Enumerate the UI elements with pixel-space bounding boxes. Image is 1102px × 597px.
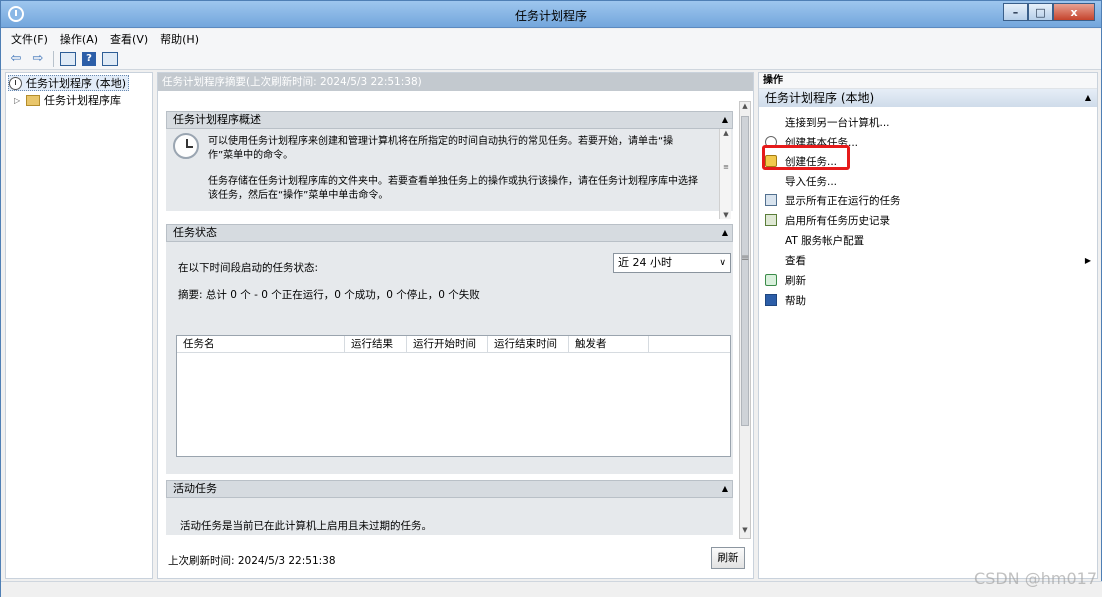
- title-bar[interactable]: 任务计划程序 – □ x: [1, 1, 1101, 28]
- chevron-down-icon: ∨: [719, 258, 726, 268]
- close-button[interactable]: x: [1053, 3, 1095, 21]
- action-label: 刷新: [785, 274, 806, 287]
- tree-item-label: 任务计划程序库: [44, 94, 121, 107]
- list-icon: [765, 194, 777, 206]
- summary-pane: 任务计划程序摘要(上次刷新时间: 2024/5/3 22:51:38) ▲ ▼ …: [157, 72, 754, 579]
- menu-view[interactable]: 查看(V): [110, 31, 148, 47]
- clock-icon: [9, 76, 22, 90]
- window-controls: – □ x: [1003, 3, 1095, 21]
- action-import-task[interactable]: 导入任务...: [759, 172, 1097, 190]
- actions-group-task-scheduler-local[interactable]: 任务计划程序 (本地) ▲: [759, 89, 1097, 107]
- scroll-down-icon[interactable]: ▼: [740, 526, 750, 538]
- action-label: 连接到另一台计算机...: [785, 116, 890, 129]
- csdn-watermark: CSDN @hm017: [974, 569, 1097, 588]
- summary-header: 任务计划程序摘要(上次刷新时间: 2024/5/3 22:51:38): [158, 73, 753, 91]
- overview-text-1: 可以使用任务计划程序来创建和管理计算机将在所指定的时间自动执行的常见任务。若要开…: [208, 136, 674, 161]
- overview-text-2: 任务存储在任务计划程序库的文件夹中。若要查看单独任务上的操作或执行该操作，请在任…: [208, 176, 698, 201]
- forward-arrow-icon[interactable]: ⇨: [29, 51, 47, 67]
- tree-item-label: 任务计划程序 (本地): [26, 77, 127, 90]
- action-display-all-running-tasks[interactable]: 显示所有正在运行的任务: [759, 191, 1097, 209]
- splitter-grip-icon[interactable]: ≡: [741, 253, 749, 264]
- menu-action[interactable]: 操作(A): [60, 31, 98, 47]
- section-title: 任务计划程序概述: [173, 113, 261, 126]
- action-help[interactable]: 帮助: [759, 291, 1097, 309]
- show-hide-console-tree-icon[interactable]: [60, 51, 76, 66]
- collapse-icon[interactable]: ▲: [722, 112, 728, 128]
- refresh-button[interactable]: 刷新: [711, 547, 745, 569]
- task-status-table[interactable]: 任务名 运行结果 运行开始时间 运行结束时间 触发者: [176, 335, 731, 457]
- action-enable-all-tasks-history[interactable]: 启用所有任务历史记录: [759, 211, 1097, 229]
- action-label: 启用所有任务历史记录: [785, 214, 890, 227]
- column-header-run-start[interactable]: 运行开始时间: [407, 336, 488, 352]
- status-period-value: 近 24 小时: [618, 256, 672, 269]
- help-icon[interactable]: ?: [82, 51, 96, 66]
- action-label: 查看: [785, 254, 806, 267]
- table-header: 任务名 运行结果 运行开始时间 运行结束时间 触发者: [177, 336, 730, 353]
- actions-group-label: 任务计划程序 (本地): [765, 91, 875, 105]
- scroll-grip-icon[interactable]: ≡: [720, 163, 732, 171]
- task-status-section-header[interactable]: 任务状态 ▲: [166, 224, 733, 242]
- last-refresh-time: 上次刷新时间: 2024/5/3 22:51:38: [168, 555, 336, 567]
- collapse-icon[interactable]: ▲: [722, 481, 728, 497]
- scroll-up-icon[interactable]: ▲: [720, 129, 732, 137]
- task-scheduler-window: 任务计划程序 – □ x 文件(F) 操作(A) 查看(V) 帮助(H) ⇦ ⇨…: [0, 0, 1102, 597]
- maximize-button[interactable]: □: [1028, 3, 1053, 21]
- menu-bar: 文件(F) 操作(A) 查看(V) 帮助(H): [1, 29, 1101, 48]
- status-summary: 摘要: 总计 0 个 - 0 个正在运行，0 个成功，0 个停止，0 个失败: [178, 289, 480, 301]
- tree-item-task-scheduler-library[interactable]: ▷ 任务计划程序库: [14, 92, 121, 108]
- action-label: 导入任务...: [785, 175, 838, 188]
- active-tasks-section-header[interactable]: 活动任务 ▲: [166, 480, 733, 498]
- tree-item-task-scheduler-local[interactable]: 任务计划程序 (本地): [8, 75, 130, 91]
- overview-section-body: 可以使用任务计划程序来创建和管理计算机将在所指定的时间自动执行的常见任务。若要开…: [166, 129, 733, 219]
- actions-header: 操作: [759, 73, 1097, 89]
- scroll-down-icon[interactable]: ▼: [720, 211, 732, 219]
- status-period-select[interactable]: 近 24 小时 ∨: [613, 253, 731, 273]
- action-label: AT 服务帐户配置: [785, 234, 865, 247]
- overview-section-header[interactable]: 任务计划程序概述 ▲: [166, 111, 733, 129]
- section-title: 活动任务: [173, 482, 217, 495]
- show-hide-action-pane-icon[interactable]: [102, 51, 118, 66]
- console-tree: 任务计划程序 (本地) ▷ 任务计划程序库: [5, 72, 153, 579]
- column-header-task-name[interactable]: 任务名: [177, 336, 345, 352]
- overview-scrollbar[interactable]: ▲ ≡ ▼: [719, 129, 731, 219]
- column-header-run-end[interactable]: 运行结束时间: [488, 336, 569, 352]
- section-title: 任务状态: [173, 226, 217, 239]
- collapse-icon[interactable]: ▲: [722, 225, 728, 241]
- minimize-button[interactable]: –: [1003, 3, 1028, 21]
- expand-arrow-icon[interactable]: ▷: [14, 96, 22, 105]
- toolbar-separator: [53, 50, 54, 67]
- help-icon: [765, 294, 777, 306]
- scroll-thumb[interactable]: [741, 116, 749, 426]
- status-period-label: 在以下时间段启动的任务状态:: [178, 262, 319, 274]
- summary-scrollbar[interactable]: ▲ ▼: [739, 101, 751, 539]
- history-icon: [765, 214, 777, 226]
- column-header-run-result[interactable]: 运行结果: [345, 336, 407, 352]
- action-label: 帮助: [785, 294, 806, 307]
- toolbar: ⇦ ⇨ ?: [1, 48, 1101, 70]
- folder-icon: [26, 94, 40, 106]
- scroll-up-icon[interactable]: ▲: [740, 102, 750, 114]
- action-view[interactable]: 查看 ▶: [759, 251, 1097, 269]
- status-bar: [1, 581, 1102, 597]
- clock-icon: [173, 133, 199, 159]
- action-label: 显示所有正在运行的任务: [785, 194, 901, 207]
- action-connect-to-another-computer[interactable]: 连接到另一台计算机...: [759, 113, 1097, 131]
- window-title: 任务计划程序: [514, 9, 587, 23]
- back-arrow-icon[interactable]: ⇦: [7, 51, 25, 67]
- menu-file[interactable]: 文件(F): [11, 31, 48, 47]
- submenu-arrow-icon: ▶: [1084, 255, 1091, 265]
- refresh-icon: [765, 274, 777, 286]
- collapse-icon[interactable]: ▲: [1085, 89, 1091, 107]
- action-refresh[interactable]: 刷新: [759, 271, 1097, 289]
- menu-help[interactable]: 帮助(H): [160, 31, 199, 47]
- action-at-service-account-config[interactable]: AT 服务帐户配置: [759, 231, 1097, 249]
- red-highlight-box: [762, 145, 850, 170]
- column-header-triggered-by[interactable]: 触发者: [569, 336, 649, 352]
- active-tasks-text: 活动任务是当前已在此计算机上启用且未过期的任务。: [180, 520, 432, 532]
